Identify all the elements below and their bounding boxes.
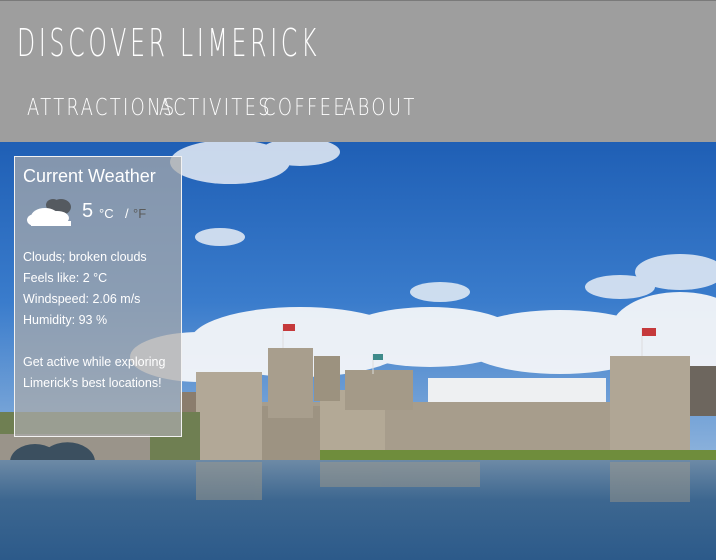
weather-widget: Current Weather 5 °C / °F Clouds; broken… [14,156,182,437]
nav-attractions[interactable]: ATTRACTIONS [27,95,177,121]
nav-activites[interactable]: ACTIVITES [159,95,272,121]
site-header: DISCOVER LIMERICK ATTRACTIONS ACTIVITES … [0,0,716,142]
weather-promo-text: Get active while exploring Limerick's be… [23,355,166,390]
nav-about[interactable]: ABOUT [343,95,417,121]
celsius-toggle[interactable]: °C [99,206,114,221]
weather-description: Clouds; broken clouds [23,250,147,264]
main-nav: ATTRACTIONS ACTIVITES COFFEE ABOUT [27,95,414,123]
weather-windspeed: Windspeed: 2.06 m/s [23,292,141,306]
temperature-value: 5 [82,200,94,222]
weather-details: Clouds; broken clouds Feels like: 2 °C W… [23,247,181,331]
unit-separator: / [125,206,129,221]
site-title[interactable]: DISCOVER LIMERICK [17,21,320,65]
temperature-row: 5 °C / °F [23,197,181,239]
nav-coffee[interactable]: COFFEE [263,95,347,121]
broken-clouds-icon [27,197,77,232]
weather-humidity: Humidity: 93 % [23,313,108,327]
weather-feels-like: Feels like: 2 °C [23,271,108,285]
fahrenheit-toggle[interactable]: °F [133,206,146,221]
weather-title: Current Weather [23,166,156,186]
